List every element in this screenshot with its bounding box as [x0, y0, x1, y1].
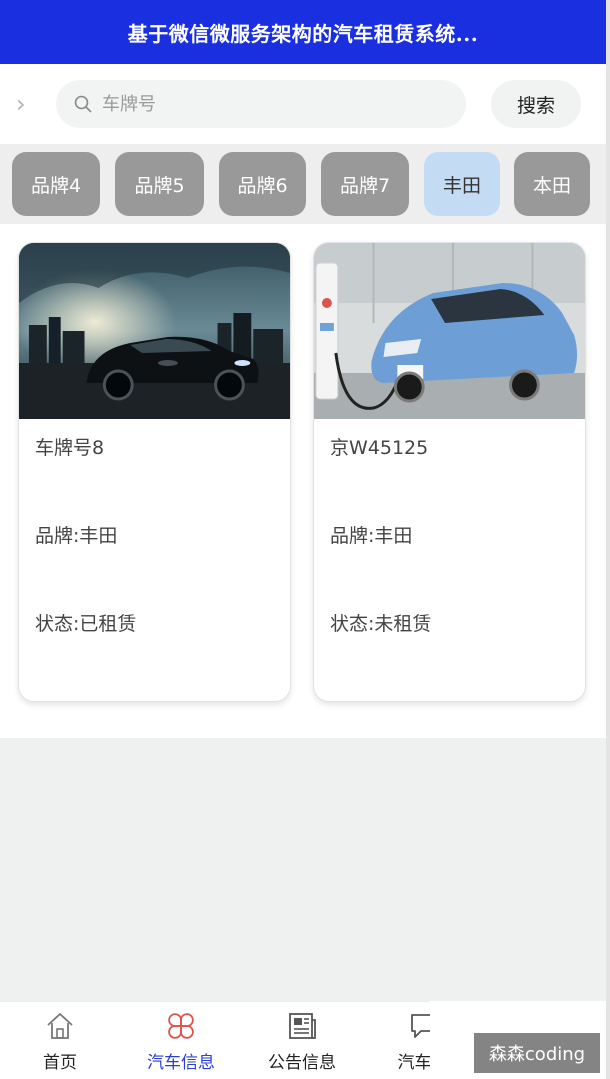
search-bar: › 搜索 [0, 64, 606, 144]
brand-filter-bar: 品牌4 品牌5 品牌6 品牌7 丰田 本田 [0, 144, 606, 224]
brand-chip[interactable]: 品牌4 [12, 152, 100, 216]
tab-label: 汽车信息 [147, 1053, 215, 1073]
car-card[interactable]: 车牌号8 品牌:丰田 状态:已租赁 [18, 242, 291, 702]
car-brand: 品牌:丰田 [35, 525, 118, 547]
brand-chip[interactable]: 品牌5 [115, 152, 204, 216]
car-status: 状态:未租赁 [330, 613, 432, 635]
search-box[interactable] [56, 80, 466, 128]
car-status: 状态:已租赁 [35, 613, 137, 635]
app-header: 基于微信微服务架构的汽车租赁系统... [0, 0, 606, 64]
car-plate: 车牌号8 [35, 437, 105, 459]
car-list: 车牌号8 品牌:丰田 状态:已租赁 京W45125 品牌:丰田 状态:未租赁 [0, 224, 606, 738]
car-brand: 品牌:丰田 [330, 525, 413, 547]
chevron-right-icon[interactable]: › [16, 90, 36, 118]
car-plate: 京W45125 [330, 437, 429, 459]
brand-chip[interactable]: 本田 [514, 152, 590, 216]
page-title: 基于微信微服务架构的汽车租赁系统... [127, 21, 479, 46]
car-image-dark-sedan [19, 243, 290, 419]
search-input[interactable] [102, 93, 422, 115]
brand-chip[interactable]: 品牌7 [321, 152, 409, 216]
tab-label: 公告信息 [268, 1053, 336, 1073]
car-image-electric-car [314, 243, 585, 419]
scrollbar-track [606, 0, 610, 1079]
grid-flower-icon [168, 1013, 194, 1039]
tab-home[interactable]: 首页 [5, 1010, 115, 1074]
home-icon [47, 1013, 73, 1039]
news-icon [289, 1013, 316, 1039]
brand-chip[interactable]: 品牌6 [219, 152, 306, 216]
watermark: 森森coding [474, 1033, 600, 1073]
search-button[interactable]: 搜索 [491, 80, 581, 128]
tab-announcements[interactable]: 公告信息 [247, 1010, 357, 1074]
tab-label: 首页 [43, 1053, 77, 1073]
search-icon [72, 93, 94, 115]
car-card[interactable]: 京W45125 品牌:丰田 状态:未租赁 [313, 242, 586, 702]
brand-chip-active[interactable]: 丰田 [424, 152, 500, 216]
tab-car-info[interactable]: 汽车信息 [126, 1010, 236, 1074]
